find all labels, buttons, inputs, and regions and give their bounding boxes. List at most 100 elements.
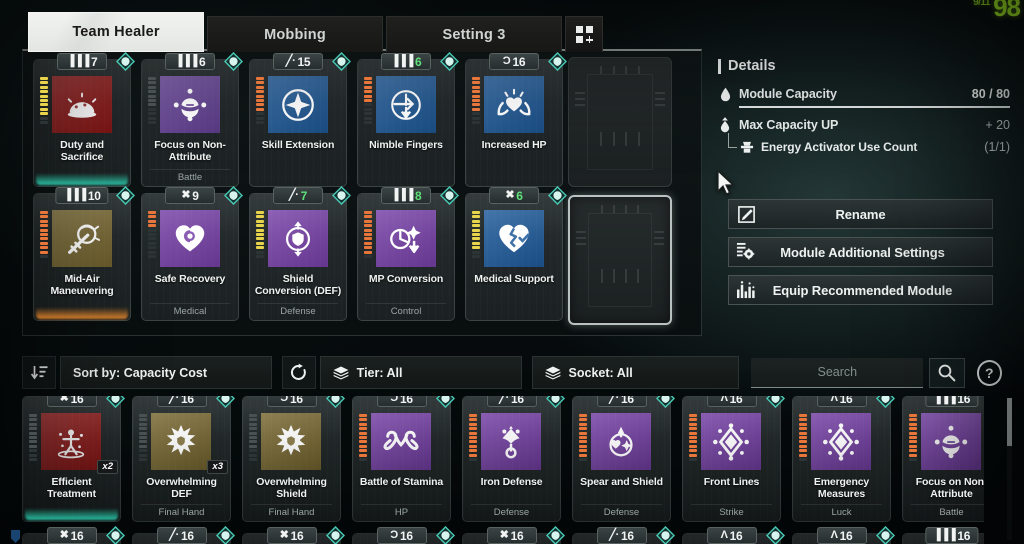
module-card[interactable]: Ɔ 16 Overwhelming Shield Final Hand <box>242 396 345 522</box>
capacity-cost-value: 16 <box>510 396 524 406</box>
tier-bar <box>148 224 156 228</box>
module-level-bars <box>799 414 807 461</box>
tier-bar <box>29 431 37 435</box>
module-card[interactable]: ▐▐▐ 8 MP Conversion Control <box>357 186 459 321</box>
socket-gem-icon <box>326 396 345 408</box>
details-panel: Details Module Capacity 80 / 80 Max Capa… <box>718 58 1010 159</box>
module-card[interactable]: ╱· 16 Spear and Shield Defense <box>572 396 675 522</box>
tier-filter-dropdown[interactable]: Tier: All <box>319 356 522 389</box>
tier-bar <box>364 116 372 120</box>
tab-team-healer[interactable]: Team Healer <box>28 12 204 52</box>
capacity-cost-badge: ╱· 16 <box>486 396 537 407</box>
module-card[interactable]: ✖ 16 <box>22 526 125 544</box>
inventory-scrollbar[interactable] <box>1007 398 1012 540</box>
module-card[interactable]: ╱· 16 <box>132 526 235 544</box>
empty-module-slot-selected[interactable] <box>568 195 672 325</box>
tab-setting-3[interactable]: Setting 3 <box>386 16 562 52</box>
tier-bar <box>364 232 372 236</box>
tier-bar <box>799 457 807 461</box>
tier-bar <box>364 250 372 254</box>
socket-gem-icon <box>436 526 455 544</box>
module-card[interactable]: Ɔ 16 Battle of Stamina HP <box>352 396 455 522</box>
module-icon <box>484 210 544 267</box>
tier-bar <box>40 116 48 120</box>
module-category-tag: Strike <box>691 504 772 518</box>
module-card[interactable]: ▐▐▐ 16 Focus on Non- Attribute Battle <box>902 396 984 522</box>
reset-filters-button[interactable] <box>281 356 316 389</box>
tab-label: Mobbing <box>264 26 326 43</box>
module-card[interactable]: ╱· 16 Iron Defense Defense <box>462 396 565 522</box>
inventory-filter-bar: Sort by: Capacity Cost Tier: All Socket:… <box>22 356 1002 389</box>
module-card[interactable]: ✖ 6 Medical Support <box>465 186 567 321</box>
module-card[interactable]: ▐▐▐ 10 Mid-Air Maneuvering <box>33 186 135 321</box>
module-card[interactable]: ▐▐▐ 6 Focus on Non- Attribute Battle <box>141 52 243 187</box>
module-card[interactable]: Λ 16 <box>682 526 785 544</box>
module-card[interactable]: ✖ 16 <box>242 526 345 544</box>
sort-order-button[interactable] <box>22 356 56 389</box>
capacity-cost-value: 15 <box>297 54 311 69</box>
tier-bar <box>40 246 48 250</box>
module-icon <box>811 413 871 470</box>
sort-dropdown[interactable]: Sort by: Capacity Cost <box>60 356 272 389</box>
capacity-cost-badge: Λ 16 <box>706 527 757 544</box>
pencil-edit-icon <box>729 205 763 224</box>
tier-bar <box>40 250 48 254</box>
module-card[interactable]: Λ 16 Emergency Measures Luck <box>792 396 895 522</box>
detail-label: Energy Activator Use Count <box>761 140 918 154</box>
tier-bar <box>148 120 156 124</box>
tier-bar <box>799 435 807 439</box>
module-card[interactable]: Λ 16 Front Lines Strike <box>682 396 785 522</box>
tier-bar <box>472 215 480 219</box>
module-card[interactable]: ✖ 16 <box>462 526 565 544</box>
module-name: Iron Defense <box>480 476 543 488</box>
tier-bar <box>799 444 807 448</box>
capacity-bar <box>739 106 1010 108</box>
socket-type-glyph: Ɔ <box>280 396 288 404</box>
search-button[interactable] <box>929 357 965 388</box>
tier-bar <box>256 81 264 85</box>
add-loadout-tab-button[interactable] <box>565 16 603 52</box>
module-equipped-glow <box>25 508 118 520</box>
slot-chip-outline <box>587 74 653 170</box>
scrollbar-thumb[interactable] <box>1007 398 1012 446</box>
module-card[interactable]: ✖ 9 Safe Recovery Medical <box>141 186 243 321</box>
module-card[interactable]: ╱· 7 Shield Conversion (DEF) Defense <box>249 186 351 321</box>
module-card[interactable]: ╱· 15 Skill Extension <box>249 52 351 187</box>
help-button[interactable]: ? <box>976 359 1002 386</box>
equipped-row-top: ▐▐▐ 7 Duty and Sacrifice ▐▐▐ 6 Focus on N… <box>33 52 567 187</box>
module-card[interactable]: Ɔ 16 Increased HP <box>465 52 567 187</box>
capacity-cost-value: 6 <box>199 54 206 69</box>
tier-bar <box>148 241 156 245</box>
tier-bar <box>472 90 480 94</box>
module-card[interactable]: Λ 16 <box>792 526 895 544</box>
module-icon <box>921 413 981 470</box>
tab-mobbing[interactable]: Mobbing <box>207 16 383 52</box>
detail-value: (1/1) <box>984 140 1010 154</box>
equip-recommended-module-button[interactable]: Equip Recommended Module <box>728 275 993 305</box>
module-card[interactable]: ▐▐▐ 6 Nimble Fingers <box>357 52 459 187</box>
socket-filter-dropdown[interactable]: Socket: All <box>531 356 740 389</box>
module-card[interactable]: ▐▐▐ 16 <box>902 527 984 544</box>
tier-bar <box>364 228 372 232</box>
module-card[interactable]: ✖ 16 x2 Efficient Treatment <box>22 396 125 522</box>
loadout-tab-bar: Team Healer Mobbing Setting 3 <box>28 12 603 52</box>
search-input[interactable]: Search <box>751 357 924 388</box>
module-card[interactable]: Ɔ 16 <box>352 526 455 544</box>
tier-bar <box>472 228 480 232</box>
tier-bar <box>359 444 367 448</box>
module-additional-settings-button[interactable]: Module Additional Settings <box>728 237 993 267</box>
socket-type-glyph: Ɔ <box>390 396 398 404</box>
capacity-cost-value: 16 <box>180 396 194 406</box>
tier-bar <box>472 107 480 111</box>
tier-bar <box>40 103 48 107</box>
socket-type-glyph: ✖ <box>59 529 69 541</box>
rename-button[interactable]: Rename <box>728 199 993 229</box>
tier-bar <box>139 457 147 461</box>
module-card[interactable]: ▐▐▐ 7 Duty and Sacrifice <box>33 52 135 187</box>
module-card[interactable]: ╱· 16 x3 Overwhelming DEF Final Hand <box>132 396 235 522</box>
tier-bar <box>40 107 48 111</box>
module-card[interactable]: ╱· 16 <box>572 526 675 544</box>
tier-bar <box>364 107 372 111</box>
tier-bar <box>472 254 480 258</box>
empty-module-slot[interactable] <box>568 57 672 187</box>
